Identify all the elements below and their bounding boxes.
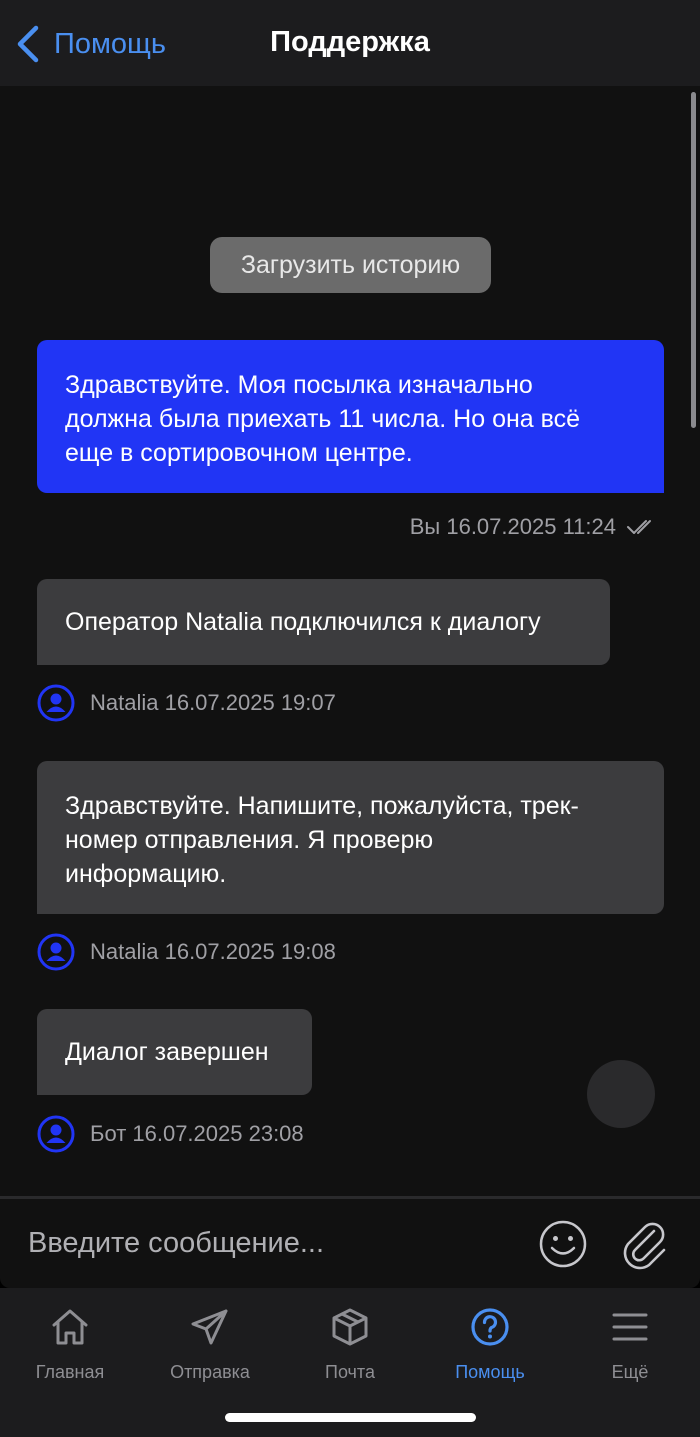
tab-label: Ещё xyxy=(611,1362,649,1382)
tab-label: Отправка xyxy=(170,1362,250,1382)
message-meta: Natalia 16.07.2025 19:07 xyxy=(37,684,336,722)
message-meta: Вы 16.07.2025 11:24 xyxy=(410,512,656,542)
message-meta: Бот 16.07.2025 23:08 xyxy=(37,1115,304,1153)
message-sender-timestamp: Вы 16.07.2025 11:24 xyxy=(409,514,616,539)
paper-plane-icon xyxy=(191,1309,228,1345)
message-sender-timestamp: Natalia 16.07.2025 19:08 xyxy=(90,939,336,964)
message-sender-timestamp: Бот 16.07.2025 23:08 xyxy=(90,1121,304,1146)
double-check-icon xyxy=(627,520,651,534)
message-text-line: Здравствуйте. Напишите, пожалуйста, трек… xyxy=(65,792,579,820)
message-composer xyxy=(0,1196,700,1288)
chat-scrollbar[interactable] xyxy=(691,92,696,428)
message-text-line: информацию. xyxy=(65,860,227,888)
user-avatar-icon xyxy=(37,684,75,722)
tab-mail[interactable]: Почта xyxy=(280,1306,420,1383)
tab-help[interactable]: Помощь xyxy=(420,1306,560,1383)
home-indicator xyxy=(225,1413,476,1422)
incoming-message-bubble[interactable]: Оператор Natalia подключился к диалогу xyxy=(37,579,610,665)
tab-label: Почта xyxy=(325,1362,375,1382)
scroll-to-bottom-button[interactable] xyxy=(587,1060,655,1128)
top-navigation-bar: Помощь Поддержка xyxy=(0,0,700,86)
package-icon xyxy=(332,1308,368,1346)
message-input[interactable] xyxy=(28,1217,508,1269)
tab-label: Помощь xyxy=(455,1362,525,1382)
message-text-line: Здравствуйте. Моя посылка изначально xyxy=(65,371,533,399)
message-meta: Natalia 16.07.2025 19:08 xyxy=(37,933,336,971)
outgoing-message-bubble[interactable]: Здравствуйте. Моя посылка изначально дол… xyxy=(37,340,664,493)
message-text-line: должна была приехать 11 числа. Но она вс… xyxy=(65,405,581,433)
message-text-line: Диалог завершен xyxy=(65,1038,269,1066)
attach-file-button[interactable] xyxy=(620,1217,670,1271)
question-circle-icon xyxy=(471,1308,509,1346)
bottom-tab-bar: Главная Отправка Почта Помощь Ещё xyxy=(0,1288,700,1437)
message-text-line: номер отправления. Я проверю xyxy=(65,826,434,854)
tab-send[interactable]: Отправка xyxy=(140,1306,280,1383)
tab-more[interactable]: Ещё xyxy=(560,1306,700,1383)
paperclip-icon xyxy=(623,1222,666,1270)
tab-home[interactable]: Главная xyxy=(0,1306,140,1383)
smiley-icon xyxy=(539,1220,587,1268)
user-avatar-icon xyxy=(37,1115,75,1153)
user-avatar-icon xyxy=(37,933,75,971)
message-text-line: еще в сортировочном центре. xyxy=(65,439,413,467)
chat-area[interactable]: Загрузить историю Здравствуйте. Моя посы… xyxy=(0,86,700,1196)
emoji-button[interactable] xyxy=(538,1219,588,1269)
home-icon xyxy=(52,1309,88,1345)
menu-icon xyxy=(612,1313,648,1341)
load-history-button[interactable]: Загрузить историю xyxy=(210,237,491,293)
incoming-message-bubble[interactable]: Диалог завершен xyxy=(37,1009,312,1095)
message-text-line: Оператор Natalia подключился к диалогу xyxy=(65,608,541,636)
tab-label: Главная xyxy=(35,1362,105,1382)
page-title: Поддержка xyxy=(270,26,430,58)
message-sender-timestamp: Natalia 16.07.2025 19:07 xyxy=(90,690,336,715)
incoming-message-bubble[interactable]: Здравствуйте. Напишите, пожалуйста, трек… xyxy=(37,761,664,914)
